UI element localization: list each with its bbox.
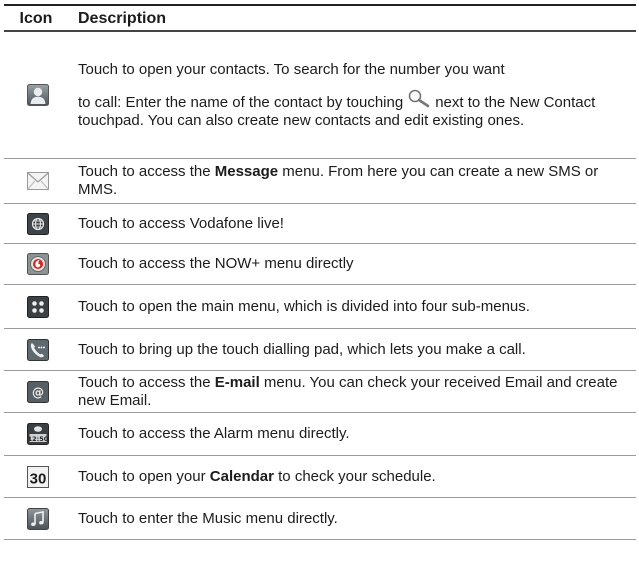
svg-text:@: @ [32, 385, 44, 399]
table-row: Touch to access the NOW+ menu directly [4, 243, 636, 285]
alarm-icon: 12:50 [27, 423, 49, 445]
table-row: 30 Touch to open your Calendar to check … [4, 455, 636, 498]
vodafone-live-icon [27, 212, 49, 235]
now-plus-icon [27, 253, 49, 275]
table-row: Touch to enter the Music menu directly. [4, 497, 636, 540]
table-row: Touch to access Vodafone live! [4, 203, 636, 244]
row-description: Touch to open your contacts. To search f… [78, 60, 505, 78]
svg-text:30: 30 [30, 470, 47, 487]
table-row: 12:50 Touch to access the Alarm menu dir… [4, 412, 636, 456]
table-row: Touch to open the main menu, which is di… [4, 284, 636, 329]
table-row: @ Touch to access the E-mail menu. You c… [4, 370, 636, 413]
table-header-row: Icon Description [4, 4, 636, 32]
row-description: Touch to bring up the touch dialling pad… [72, 328, 636, 371]
contacts-icon [27, 84, 49, 106]
row-description: Touch to enter the Music menu directly. [72, 497, 636, 540]
message-icon [27, 170, 49, 192]
table-row: Touch to bring up the touch dialling pad… [4, 328, 636, 371]
row-description: Touch to open the main menu, which is di… [72, 284, 636, 329]
icon-description-table: Icon Description Touch to open your cont… [4, 4, 636, 540]
table-row: Touch to access the Message menu. From h… [4, 158, 636, 204]
row-description: Touch to access Vodafone live! [72, 203, 636, 244]
email-icon: @ [27, 380, 49, 403]
icon-column-header: Icon [4, 4, 72, 32]
calendar-icon: 30 [27, 465, 49, 488]
dialling-pad-icon [27, 338, 49, 361]
svg-text:12:50: 12:50 [28, 435, 49, 443]
page: Icon Description Touch to open your cont… [0, 0, 639, 562]
music-icon [27, 507, 49, 530]
table-row: Touch to open your contacts. To search f… [4, 31, 636, 159]
description-column-header: Description [72, 4, 636, 32]
row-description: Touch to access the NOW+ menu directly [72, 243, 636, 285]
search-magnifier-icon [407, 89, 431, 109]
row-description: Touch to access the Alarm menu directly. [72, 412, 636, 456]
main-menu-icon [27, 295, 49, 318]
